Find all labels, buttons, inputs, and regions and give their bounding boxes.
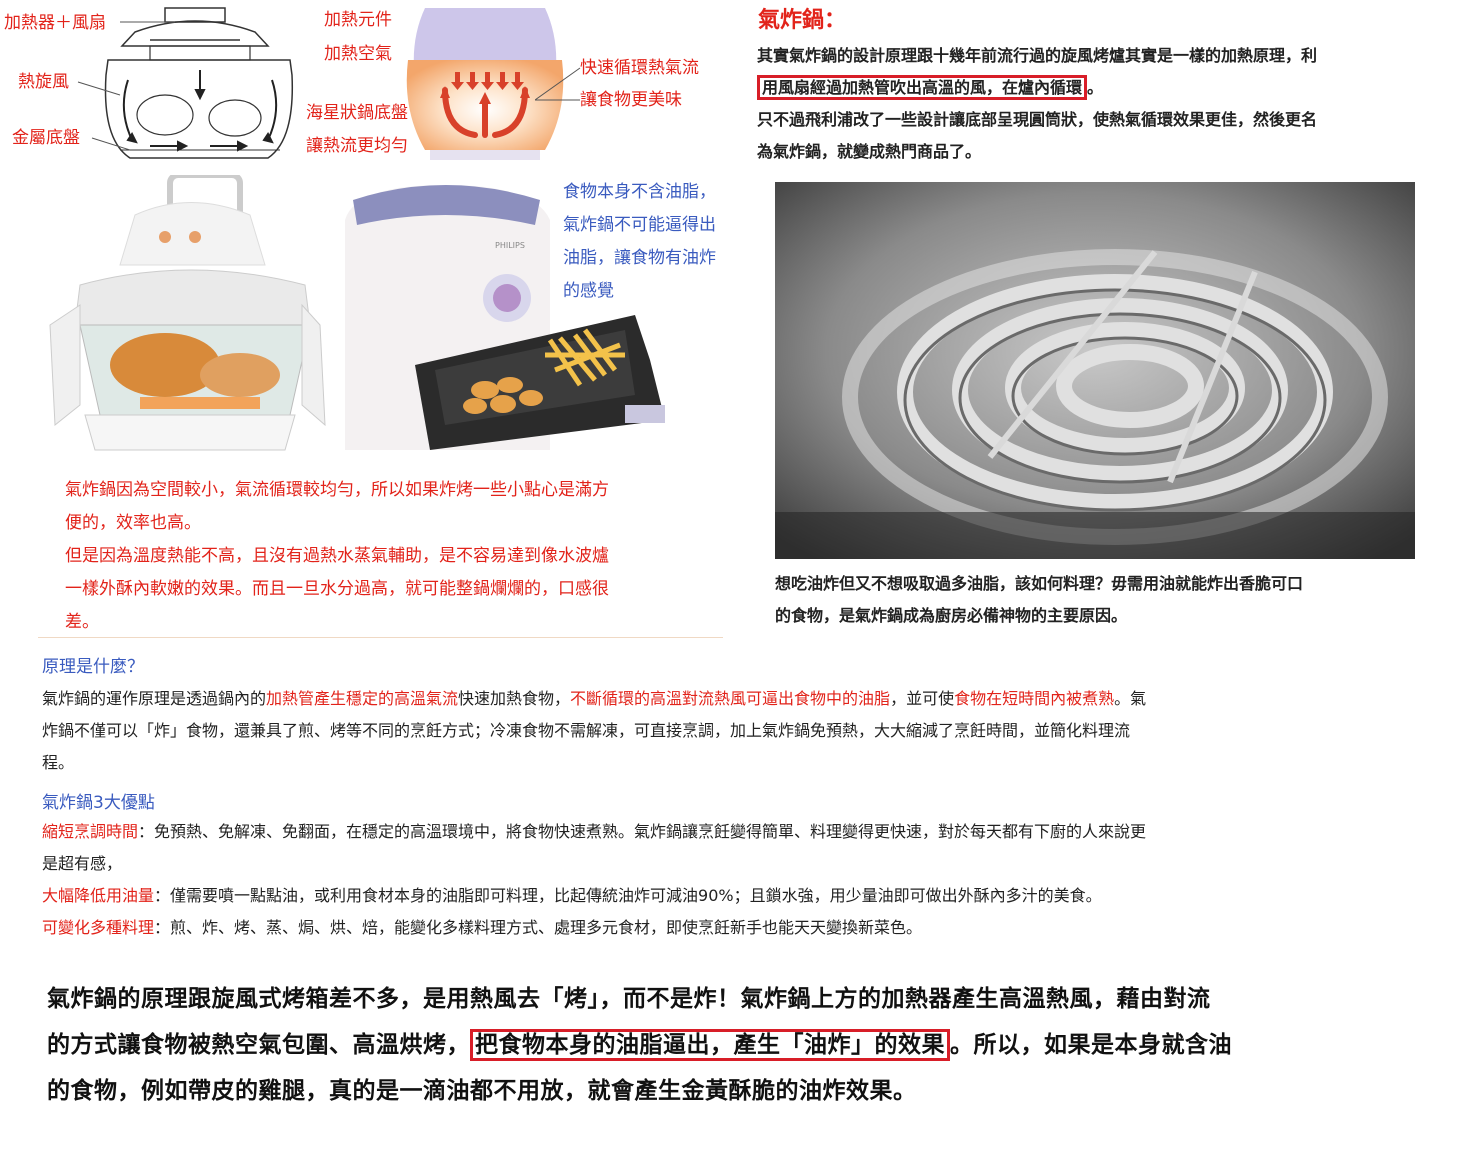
- principle-heading: 原理是什麼？: [42, 657, 144, 677]
- advantages-heading: 氣炸鍋3大優點: [42, 793, 155, 813]
- right-paragraph: 其實氣炸鍋的設計原理跟十幾年前流行過的旋風烤爐其實是一樣的加熱原理，利 用風扇經…: [757, 40, 1467, 168]
- advantages-list: 縮短烹調時間：免預熱、免解凍、免翻面，在穩定的高溫環境中，將食物快速煮熟。氣炸鍋…: [42, 816, 1452, 944]
- advantage-item-cont: 是超有感，: [42, 854, 123, 873]
- red-line: 便的，效率也高。: [65, 513, 201, 533]
- advantage-item: 縮短烹調時間：免預熱、免解凍、免翻面，在穩定的高溫環境中，將食物快速煮熟。氣炸鍋…: [42, 816, 1452, 848]
- highlight-box: 用風扇經過加熱管吹出高溫的風，在爐內循環: [757, 75, 1088, 100]
- highlight-box: 把食物本身的油脂逼出，產生「油炸」的效果: [470, 1029, 950, 1061]
- advantage-item: 可變化多種料理：煎、炸、烤、蒸、焗、烘、焙，能變化多樣料理方式、處理多元食材，即…: [42, 912, 1452, 944]
- principle-line-3: 程。: [42, 753, 75, 772]
- note-line: 油脂，讓食物有油炸: [563, 248, 716, 268]
- label-starfish-bottom: 海星狀鍋底盤: [306, 103, 408, 123]
- advantage-item: 大幅降低用油量：僅需要噴一點點油，或利用食材本身的油脂即可料理，比起傳統油炸可減…: [42, 880, 1452, 912]
- section-divider: [38, 637, 723, 638]
- right-title: 氣炸鍋：: [758, 8, 847, 33]
- text-run: 的方式讓食物被熱空氣包圍、高溫烘烤，: [47, 1032, 470, 1058]
- summary-line: 氣炸鍋的原理跟旋風式烤箱差不多，是用熱風去「烤」，而不是炸！氣炸鍋上方的加熱器產…: [47, 986, 1211, 1012]
- principle-paragraph: 氣炸鍋的運作原理是透過鍋內的加熱管產生穩定的高溫氣流快速加熱食物，不斷循環的高溫…: [42, 683, 1442, 779]
- advantage-text: ：僅需要噴一點點油，或利用食材本身的油脂即可料理，比起傳統油炸可減油90%；且鎖…: [154, 886, 1102, 905]
- right-line: 只不過飛利浦改了一些設計讓底部呈現圓筒狀，使熱氣循環效果更佳，然後更名: [757, 110, 1318, 129]
- label-fast-circulation: 快速循環熱氣流: [580, 58, 699, 78]
- red-line: 但是因為溫度熱能不高，且沒有過熱水蒸氣輔助，是不容易達到像水波爐: [65, 546, 609, 566]
- highlight-run: 加熱管產生穩定的高溫氣流: [266, 689, 459, 708]
- red-line: 氣炸鍋因為空間較小，氣流循環較均勻，所以如果炸烤一些小點心是滿方: [65, 480, 609, 500]
- principle-line-2: 炸鍋不僅可以「炸」食物，還兼具了煎、烤等不同的烹飪方式；冷凍食物不需解凍，可直接…: [42, 721, 1131, 740]
- highlight-run: 食物在短時間內被煮熟: [954, 689, 1115, 708]
- advantage-title: 可變化多種料理: [42, 918, 155, 937]
- highlight-run: 不斷循環的高溫對流熱風可逼出食物中的油脂: [570, 689, 891, 708]
- period: 。: [1087, 78, 1104, 97]
- summary-line: 的食物，例如帶皮的雞腿，真的是一滴油都不用放，就會產生金黃酥脆的油炸效果。: [47, 1078, 917, 1104]
- note-line: 食物本身不含油脂，: [563, 182, 716, 202]
- airflow-diagram: 加熱元件 加熱空氣 海星狀鍋底盤 讓熱流更均勻 快速循環熱氣流 讓食物更美味: [300, 0, 750, 170]
- note-line: 的感覺: [563, 281, 614, 301]
- principle-line-1: 氣炸鍋的運作原理是透過鍋內的加熱管產生穩定的高溫氣流快速加熱食物，不斷循環的高溫…: [42, 683, 1442, 715]
- advantage-text: ：煎、炸、烤、蒸、焗、烘、焙，能變化多樣料理方式、處理多元食材，即使烹飪新手也能…: [154, 918, 923, 937]
- heating-coil-image: [775, 182, 1415, 559]
- brand-logo: PHILIPS: [495, 241, 525, 250]
- summary-line: 的方式讓食物被熱空氣包圍、高溫烘烤， 把食物本身的油脂逼出，產生「油炸」的效果 。所…: [47, 1022, 1467, 1068]
- advantage-text: ：免預熱、免解凍、免翻面，在穩定的高溫環境中，將食物快速煮熟。氣炸鍋讓烹飪變得簡…: [138, 822, 1147, 841]
- note-line: 氣炸鍋不可能逼得出: [563, 215, 716, 235]
- heating-coil-photo: [775, 182, 1415, 559]
- right-line: 其實氣炸鍋的設計原理跟十幾年前流行過的旋風烤爐其實是一樣的加熱原理，利: [757, 46, 1318, 65]
- advantage-title: 縮短烹調時間: [42, 822, 139, 841]
- label-heating-element: 加熱元件: [324, 10, 392, 30]
- text-run: 。所以，如果是本身就含油: [950, 1032, 1232, 1058]
- red-line: 一樣外酥內軟嫩的效果。而且一旦水分過高，就可能整鍋爛爛的，口感很: [65, 579, 609, 599]
- coil-caption: 想吃油炸但又不想吸取過多油脂，該如何料理？毋需用油就能炸出香脆可口 的食物，是氣…: [775, 568, 1455, 632]
- convection-oven-photo: [40, 172, 330, 460]
- text-run: 氣炸鍋的運作原理是透過鍋內的: [42, 689, 267, 708]
- label-hot-wind: 熱旋風: [18, 72, 69, 92]
- leader-lines: [535, 67, 581, 101]
- text-run: 快速加熱食物，: [458, 689, 571, 708]
- caption-line: 想吃油炸但又不想吸取過多油脂，該如何料理？毋需用油就能炸出香脆可口: [775, 574, 1304, 593]
- advantage-title: 大幅降低用油量: [42, 886, 155, 905]
- label-tastier-food: 讓食物更美味: [580, 90, 682, 110]
- red-line: 差。: [65, 612, 99, 632]
- convection-oven-image: [49, 172, 326, 451]
- summary-paragraph: 氣炸鍋的原理跟旋風式烤箱差不多，是用熱風去「烤」，而不是炸！氣炸鍋上方的加熱器產…: [47, 976, 1467, 1114]
- right-line: 為氣炸鍋，就變成熱門商品了。: [757, 142, 982, 161]
- label-even-heat: 讓熱流更均勻: [306, 136, 408, 156]
- label-heater-fan: 加熱器＋風扇: [4, 13, 106, 33]
- airfryer-note: 食物本身不含油脂， 氣炸鍋不可能逼得出 油脂，讓食物有油炸 的感覺: [563, 176, 716, 308]
- left-red-paragraph: 氣炸鍋因為空間較小，氣流循環較均勻，所以如果炸烤一些小點心是滿方 便的，效率也高…: [65, 474, 609, 639]
- convection-oven-diagram: 加熱器＋風扇 熱旋風 金屬底盤: [0, 0, 300, 170]
- right-line-boxed: 用風扇經過加熱管吹出高溫的風，在爐內循環。: [757, 72, 1467, 104]
- caption-line: 的食物，是氣炸鍋成為廚房必備神物的主要原因。: [775, 606, 1128, 625]
- text-run: ，並可使: [890, 689, 955, 708]
- label-heated-air: 加熱空氣: [324, 44, 392, 64]
- label-metal-tray: 金屬底盤: [12, 128, 80, 148]
- text-run: 。氣: [1114, 689, 1147, 708]
